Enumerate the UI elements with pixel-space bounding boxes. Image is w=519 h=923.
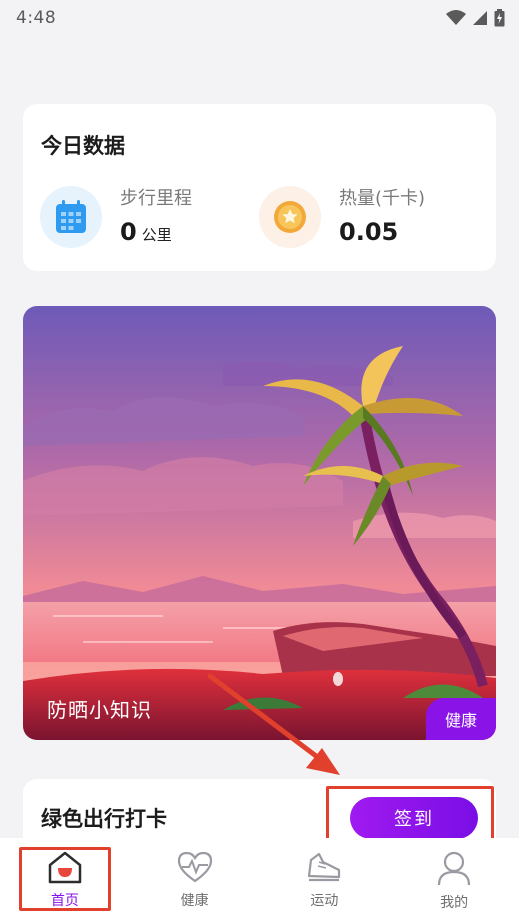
home-annotation-box [19, 847, 111, 911]
nav-item-sport[interactable]: 运动 [260, 838, 390, 923]
sun-protection-banner[interactable]: 防晒小知识 健康 [23, 306, 496, 740]
calorie-value: 0.05 [339, 218, 399, 246]
nav-label-mine: 我的 [440, 895, 469, 911]
distance-label: 步行里程 [120, 188, 192, 209]
battery-icon [494, 9, 505, 27]
signal-icon [473, 11, 487, 25]
today-title: 今日数据 [41, 134, 125, 158]
status-icons [446, 9, 505, 27]
distance-unit: 公里 [141, 226, 172, 244]
nav-item-health[interactable]: 健康 [130, 838, 260, 923]
user-icon [438, 851, 471, 886]
sneaker-icon [308, 852, 341, 882]
nav-item-home[interactable]: 首页 [0, 838, 130, 923]
bottom-nav: 首页 健康 运动 我的 [0, 838, 519, 923]
banner-image [23, 306, 496, 740]
calorie-label: 热量(千卡) [339, 188, 426, 209]
health-tag[interactable]: 健康 [426, 698, 496, 740]
checkin-title: 绿色出行打卡 [41, 807, 167, 831]
status-bar: 4:48 [0, 0, 519, 36]
distance-stat: 步行里程 0 公里 [40, 184, 192, 250]
heart-pulse-icon [177, 851, 212, 883]
wifi-icon [446, 10, 466, 25]
nav-label-health: 健康 [180, 893, 209, 909]
today-data-card: 今日数据 步行里程 0 公里 热量(千卡) 0.05 [23, 104, 496, 271]
banner-caption: 防晒小知识 [47, 698, 152, 722]
status-time: 4:48 [16, 8, 57, 28]
checkin-button[interactable]: 签到 [350, 797, 478, 839]
nav-label-sport: 运动 [310, 893, 339, 909]
calorie-stat: 热量(千卡) 0.05 [259, 184, 425, 250]
coin-icon [259, 186, 321, 248]
calendar-icon [40, 186, 102, 248]
distance-value: 0 [120, 218, 137, 246]
nav-item-mine[interactable]: 我的 [389, 838, 519, 923]
